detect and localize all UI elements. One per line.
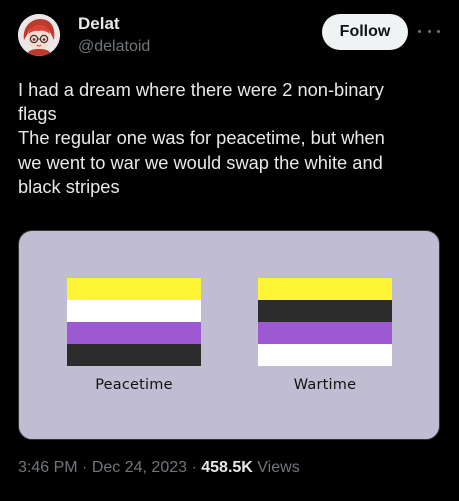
tweet-line: we went to war we would swap the white a…: [18, 151, 383, 173]
more-dot: [437, 29, 440, 33]
flag-stripe: [67, 278, 201, 300]
flag-stripe: [67, 344, 201, 366]
wartime-caption: Wartime: [293, 377, 357, 393]
views-count: 458.5K: [201, 459, 253, 476]
display-name[interactable]: Delat: [78, 14, 120, 34]
handle[interactable]: @delatoid: [78, 38, 150, 56]
media-image[interactable]: Peacetime Wartime: [18, 230, 440, 440]
tweet-line: The regular one was for peacetime, but w…: [18, 127, 385, 149]
tweet-time[interactable]: 3:46 PM: [18, 459, 78, 476]
tweet-meta: 3:46 PM · Dec 24, 2023 · 458.5K Views: [18, 459, 300, 477]
separator-dot: ·: [191, 459, 202, 476]
flag-stripe: [258, 344, 392, 366]
peacetime-flag: [67, 278, 201, 366]
tweet-line: black stripes: [18, 175, 120, 197]
tweet-text: I had a dream where there were 2 non-bin…: [18, 78, 443, 199]
views-label: Views: [257, 459, 300, 476]
flag-stripe: [258, 278, 392, 300]
flag-stripe: [67, 300, 201, 322]
wartime-flag: [258, 278, 392, 366]
tweet-line: flags: [18, 103, 57, 125]
more-horizontal-icon[interactable]: [418, 23, 440, 39]
separator-dot: ·: [82, 459, 92, 476]
tweet-line: I had a dream where there were 2 non-bin…: [18, 79, 384, 100]
more-dot: [427, 29, 431, 33]
more-dot: [418, 29, 421, 33]
flag-stripe: [258, 300, 392, 322]
avatar-illustration: [18, 14, 60, 56]
follow-button[interactable]: Follow: [322, 14, 408, 50]
avatar[interactable]: [18, 14, 60, 56]
flag-stripe: [67, 322, 201, 344]
flag-stripe: [258, 322, 392, 344]
tweet-date[interactable]: Dec 24, 2023: [92, 459, 187, 476]
peacetime-caption: Peacetime: [95, 377, 173, 393]
